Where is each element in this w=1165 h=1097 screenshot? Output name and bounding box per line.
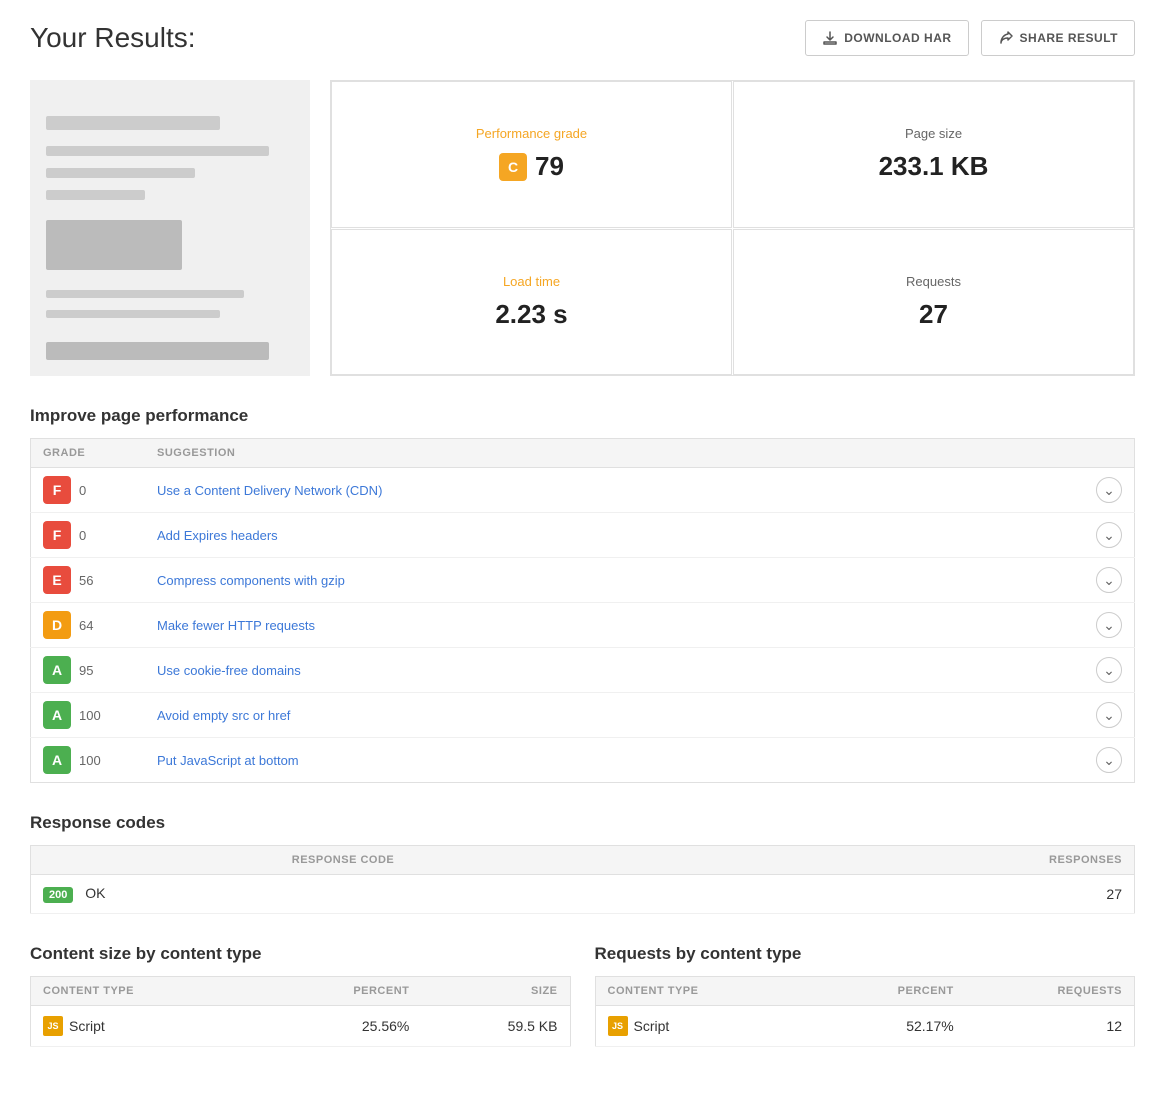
grade-badge: E	[43, 566, 71, 594]
suggestion-text: Make fewer HTTP requests	[157, 618, 315, 633]
size-header: SIZE	[421, 977, 570, 1006]
response-code-badge: 200	[43, 887, 73, 903]
response-code-header: RESPONSE CODE	[31, 846, 656, 875]
suggestion-row[interactable]: E 56 Compress components with gzip ⌄	[31, 558, 1135, 603]
download-har-button[interactable]: DOWNLOAD HAR	[805, 20, 968, 56]
content-sections: Content size by content type CONTENT TYP…	[30, 944, 1135, 1077]
performance-grade-card: Performance grade C 79	[331, 81, 732, 228]
requests-value: 27	[919, 299, 948, 330]
req-count: 12	[966, 1006, 1135, 1047]
suggestion-row[interactable]: D 64 Make fewer HTTP requests ⌄	[31, 603, 1135, 648]
content-type-icon: JS	[43, 1016, 63, 1036]
response-codes-title: Response codes	[30, 813, 1135, 833]
grade-badge: A	[43, 656, 71, 684]
grade-score: 100	[79, 753, 101, 768]
metrics-grid: Performance grade C 79 Page size 233.1 K…	[330, 80, 1135, 376]
expand-button[interactable]: ⌄	[1096, 747, 1122, 773]
suggestion-text: Put JavaScript at bottom	[157, 753, 299, 768]
improve-performance-section: Improve page performance GRADE SUGGESTIO…	[30, 406, 1135, 783]
load-time-value: 2.23 s	[495, 299, 567, 330]
suggestion-row[interactable]: F 0 Use a Content Delivery Network (CDN)…	[31, 468, 1135, 513]
grade-score: 64	[79, 618, 93, 633]
content-type-name: Script	[69, 1018, 105, 1034]
response-codes-table: RESPONSE CODE RESPONSES 200 OK 27	[30, 845, 1135, 914]
requests-by-type-title: Requests by content type	[595, 944, 1136, 964]
share-icon	[998, 30, 1014, 46]
suggestion-text: Compress components with gzip	[157, 573, 345, 588]
page-size-card: Page size 233.1 KB	[733, 81, 1134, 228]
grade-score: 0	[79, 483, 86, 498]
response-count: 27	[655, 875, 1134, 914]
expand-button[interactable]: ⌄	[1096, 657, 1122, 683]
grade-score: 0	[79, 528, 86, 543]
grade-badge: F	[43, 521, 71, 549]
expand-button[interactable]: ⌄	[1096, 702, 1122, 728]
suggestions-grade-header: GRADE	[31, 439, 146, 468]
req-requests-header: REQUESTS	[966, 977, 1135, 1006]
load-time-card: Load time 2.23 s	[331, 229, 732, 376]
requests-by-type-row: JS Script 52.17% 12	[595, 1006, 1135, 1047]
suggestion-row[interactable]: A 100 Put JavaScript at bottom ⌄	[31, 738, 1135, 783]
page-size-value: 233.1 KB	[879, 151, 989, 182]
share-result-button[interactable]: SHARE RESULT	[981, 20, 1135, 56]
grade-badge: D	[43, 611, 71, 639]
suggestion-text: Avoid empty src or href	[157, 708, 290, 723]
suggestion-row[interactable]: F 0 Add Expires headers ⌄	[31, 513, 1135, 558]
grade-badge: A	[43, 746, 71, 774]
page-size-label: Page size	[905, 126, 962, 141]
expand-button[interactable]: ⌄	[1096, 522, 1122, 548]
load-time-label: Load time	[503, 274, 560, 289]
req-percent: 52.17%	[814, 1006, 966, 1047]
req-percent-header: PERCENT	[814, 977, 966, 1006]
requests-by-type-section: Requests by content type CONTENT TYPE PE…	[595, 944, 1136, 1047]
suggestion-text: Add Expires headers	[157, 528, 278, 543]
grade-badge: A	[43, 701, 71, 729]
screenshot-preview	[30, 80, 310, 376]
requests-by-type-table: CONTENT TYPE PERCENT REQUESTS JS Script …	[595, 976, 1136, 1047]
req-type-name: Script	[634, 1018, 670, 1034]
page-header: Your Results: DOWNLOAD HAR SHARE RESULT	[30, 20, 1135, 56]
suggestions-suggestion-header: SUGGESTION	[145, 439, 1135, 468]
expand-button[interactable]: ⌄	[1096, 477, 1122, 503]
performance-grade-label: Performance grade	[476, 126, 587, 141]
expand-button[interactable]: ⌄	[1096, 567, 1122, 593]
grade-score: 100	[79, 708, 101, 723]
suggestion-row[interactable]: A 100 Avoid empty src or href ⌄	[31, 693, 1135, 738]
content-size-table: CONTENT TYPE PERCENT SIZE JS Script 25.5…	[30, 976, 571, 1047]
response-codes-section: Response codes RESPONSE CODE RESPONSES 2…	[30, 813, 1135, 914]
suggestion-text: Use a Content Delivery Network (CDN)	[157, 483, 382, 498]
content-size: 59.5 KB	[421, 1006, 570, 1047]
grade-score: 56	[79, 573, 93, 588]
content-size-section: Content size by content type CONTENT TYP…	[30, 944, 571, 1047]
req-content-type-header: CONTENT TYPE	[595, 977, 814, 1006]
grade-badge-c: C	[499, 153, 527, 181]
suggestions-table: GRADE SUGGESTION F 0 Use a Content Deliv…	[30, 438, 1135, 783]
content-percent: 25.56%	[261, 1006, 421, 1047]
expand-button[interactable]: ⌄	[1096, 612, 1122, 638]
download-icon	[822, 30, 838, 46]
percent-header: PERCENT	[261, 977, 421, 1006]
content-size-title: Content size by content type	[30, 944, 571, 964]
suggestion-text: Use cookie-free domains	[157, 663, 301, 678]
req-type-icon: JS	[608, 1016, 628, 1036]
response-label: OK	[85, 885, 105, 901]
requests-label: Requests	[906, 274, 961, 289]
responses-header: RESPONSES	[655, 846, 1134, 875]
content-type-header: CONTENT TYPE	[31, 977, 262, 1006]
response-code-row: 200 OK 27	[31, 875, 1135, 914]
grade-badge: F	[43, 476, 71, 504]
performance-grade-value: C 79	[499, 151, 564, 182]
requests-card: Requests 27	[733, 229, 1134, 376]
header-actions: DOWNLOAD HAR SHARE RESULT	[805, 20, 1135, 56]
suggestion-row[interactable]: A 95 Use cookie-free domains ⌄	[31, 648, 1135, 693]
grade-score: 95	[79, 663, 93, 678]
content-size-row: JS Script 25.56% 59.5 KB	[31, 1006, 571, 1047]
improve-section-title: Improve page performance	[30, 406, 1135, 426]
page-title: Your Results:	[30, 22, 196, 54]
summary-section: Performance grade C 79 Page size 233.1 K…	[30, 80, 1135, 376]
